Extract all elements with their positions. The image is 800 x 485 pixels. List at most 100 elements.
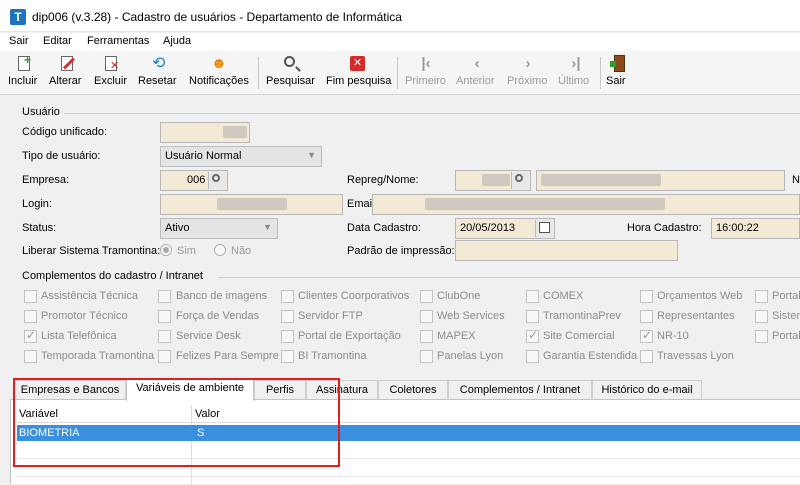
- hora-cadastro-field[interactable]: 16:00:22: [711, 218, 800, 239]
- sim-label: Sim: [177, 245, 196, 257]
- next-record-icon: ›: [525, 55, 531, 72]
- fim-pesquisa-button[interactable]: ✕ Fim pesquisa: [326, 53, 391, 93]
- checkbox-label: BI Tramontina: [298, 350, 367, 362]
- nome-field[interactable]: [536, 170, 785, 191]
- login-field[interactable]: [160, 194, 343, 215]
- toolbar-separator: [258, 57, 259, 89]
- incluir-button[interactable]: + Incluir: [8, 53, 42, 93]
- notificacoes-button[interactable]: ☻ Notificações: [189, 53, 251, 93]
- checkbox-forca-vendas[interactable]: [158, 310, 171, 323]
- checkbox-garantia-estendida[interactable]: [526, 350, 539, 363]
- primeiro-button[interactable]: |‹ Primeiro: [405, 53, 447, 93]
- checkbox-travessas-lyon[interactable]: [640, 350, 653, 363]
- first-record-icon: |‹: [421, 55, 431, 72]
- email-field[interactable]: [372, 194, 800, 215]
- repreg-label: Repreg/Nome:: [347, 174, 419, 186]
- tab-empresas-bancos[interactable]: Empresas e Bancos: [14, 380, 126, 400]
- empresa-field[interactable]: 006: [160, 170, 228, 191]
- checkbox-sistema[interactable]: [755, 310, 768, 323]
- checkbox-site-comercial[interactable]: [526, 328, 539, 343]
- checkbox-clubone[interactable]: [420, 290, 433, 303]
- proximo-button[interactable]: › Próximo: [507, 53, 549, 93]
- checkbox-portal-exportacao[interactable]: [281, 330, 294, 343]
- repreg-lookup-button[interactable]: [511, 172, 529, 189]
- menu-ferramentas[interactable]: Ferramentas: [87, 35, 149, 47]
- checkbox-label: Site Comercial: [543, 330, 615, 342]
- checkbox-label: COMEX: [543, 290, 584, 302]
- column-header-variavel[interactable]: Variável: [19, 408, 58, 420]
- checkbox-label: Força de Vendas: [176, 310, 260, 322]
- excluir-button[interactable]: ✕ Excluir: [94, 53, 130, 93]
- repreg-field[interactable]: [455, 170, 531, 191]
- checkbox-label: Sisten: [772, 310, 800, 322]
- tab-perfis[interactable]: Perfis: [254, 380, 306, 400]
- checkbox-panelas-lyon[interactable]: [420, 350, 433, 363]
- sair-button[interactable]: Sair: [606, 53, 632, 93]
- tipo-usuario-select[interactable]: Usuário Normal ▼: [160, 146, 322, 167]
- search-icon: [515, 174, 523, 182]
- checkbox-nr10[interactable]: [640, 328, 653, 343]
- pesquisar-button[interactable]: Pesquisar: [266, 53, 316, 93]
- checkbox-label: NR-10: [657, 330, 689, 342]
- cell-variavel: BIOMETRIA: [19, 427, 80, 439]
- table-row[interactable]: BIOMETRIA S: [17, 425, 800, 441]
- checkbox-temporada-tramontina[interactable]: [24, 350, 37, 363]
- ultimo-button[interactable]: ›| Último: [558, 53, 594, 93]
- checkbox-promotor-tecnico[interactable]: [24, 310, 37, 323]
- tab-historico-email[interactable]: Histórico do e-mail: [592, 380, 702, 400]
- checkbox-label: Felizes Para Sempre: [176, 350, 279, 362]
- checkbox-label: Promotor Técnico: [41, 310, 128, 322]
- menu-bar: Sair Editar Ferramentas Ajuda: [0, 33, 800, 51]
- column-header-valor[interactable]: Valor: [195, 408, 220, 420]
- padrao-impressao-field[interactable]: [455, 240, 678, 261]
- checkbox-label: Representantes: [657, 310, 735, 322]
- codigo-field[interactable]: [160, 122, 250, 143]
- nao-label: Não: [231, 245, 252, 257]
- checkbox-bi-tramontina[interactable]: [281, 350, 294, 363]
- resetar-button[interactable]: ⟲ Resetar: [138, 53, 182, 93]
- calendar-icon: [539, 222, 550, 233]
- toolbar: + Incluir Alterar ✕ Excluir ⟲ Resetar ☻ …: [0, 51, 800, 95]
- checkbox-portal-2[interactable]: [755, 330, 768, 343]
- alterar-button[interactable]: Alterar: [49, 53, 87, 93]
- tab-assinatura[interactable]: Assinatura: [306, 380, 378, 400]
- checkbox-banco-imagens[interactable]: [158, 290, 171, 303]
- checkbox-web-services[interactable]: [420, 310, 433, 323]
- menu-sair[interactable]: Sair: [9, 35, 29, 47]
- calendar-button[interactable]: [535, 220, 553, 237]
- checkbox-felizes-para-sempre[interactable]: [158, 350, 171, 363]
- checkbox-mapex[interactable]: [420, 330, 433, 343]
- checkbox-label: Portal de Exportação: [298, 330, 401, 342]
- checkbox-representantes[interactable]: [640, 310, 653, 323]
- data-cadastro-field[interactable]: 20/05/2013: [455, 218, 555, 239]
- checkbox-lista-telefonica[interactable]: [24, 328, 37, 343]
- checkbox-label: Portal: [772, 290, 800, 302]
- checkbox-tramontinaprev[interactable]: [526, 310, 539, 323]
- empresa-label: Empresa:: [22, 174, 70, 186]
- tab-variaveis-ambiente[interactable]: Variáveis de ambiente: [126, 378, 254, 401]
- reset-arrows-icon: ⟲: [152, 55, 166, 72]
- tab-complementos-intranet[interactable]: Complementos / Intranet: [448, 380, 592, 400]
- menu-editar[interactable]: Editar: [43, 35, 72, 47]
- tab-coletores[interactable]: Coletores: [378, 380, 448, 400]
- checkbox-label: MAPEX: [437, 330, 476, 342]
- checkbox-comex[interactable]: [526, 290, 539, 303]
- users-notification-icon: ☻: [211, 55, 227, 72]
- menu-ajuda[interactable]: Ajuda: [163, 35, 191, 47]
- checkbox-portal[interactable]: [755, 290, 768, 303]
- checkbox-assistencia-tecnica[interactable]: [24, 290, 37, 303]
- empresa-lookup-button[interactable]: [208, 172, 226, 189]
- checkbox-servidor-ftp[interactable]: [281, 310, 294, 323]
- checkbox-service-desk[interactable]: [158, 330, 171, 343]
- row-divider: [17, 458, 800, 459]
- padrao-impressao-label: Padrão de impressão:: [347, 245, 455, 257]
- nao-radio[interactable]: [214, 244, 226, 256]
- checkbox-orcamentos-web[interactable]: [640, 290, 653, 303]
- checkbox-clientes-coorporativos[interactable]: [281, 290, 294, 303]
- anterior-button[interactable]: ‹ Anterior: [456, 53, 498, 93]
- status-select[interactable]: Ativo ▼: [160, 218, 278, 239]
- checkbox-label: Service Desk: [176, 330, 241, 342]
- previous-record-icon: ‹: [474, 55, 480, 72]
- add-document-icon: +: [16, 54, 34, 73]
- sim-radio[interactable]: [160, 244, 172, 256]
